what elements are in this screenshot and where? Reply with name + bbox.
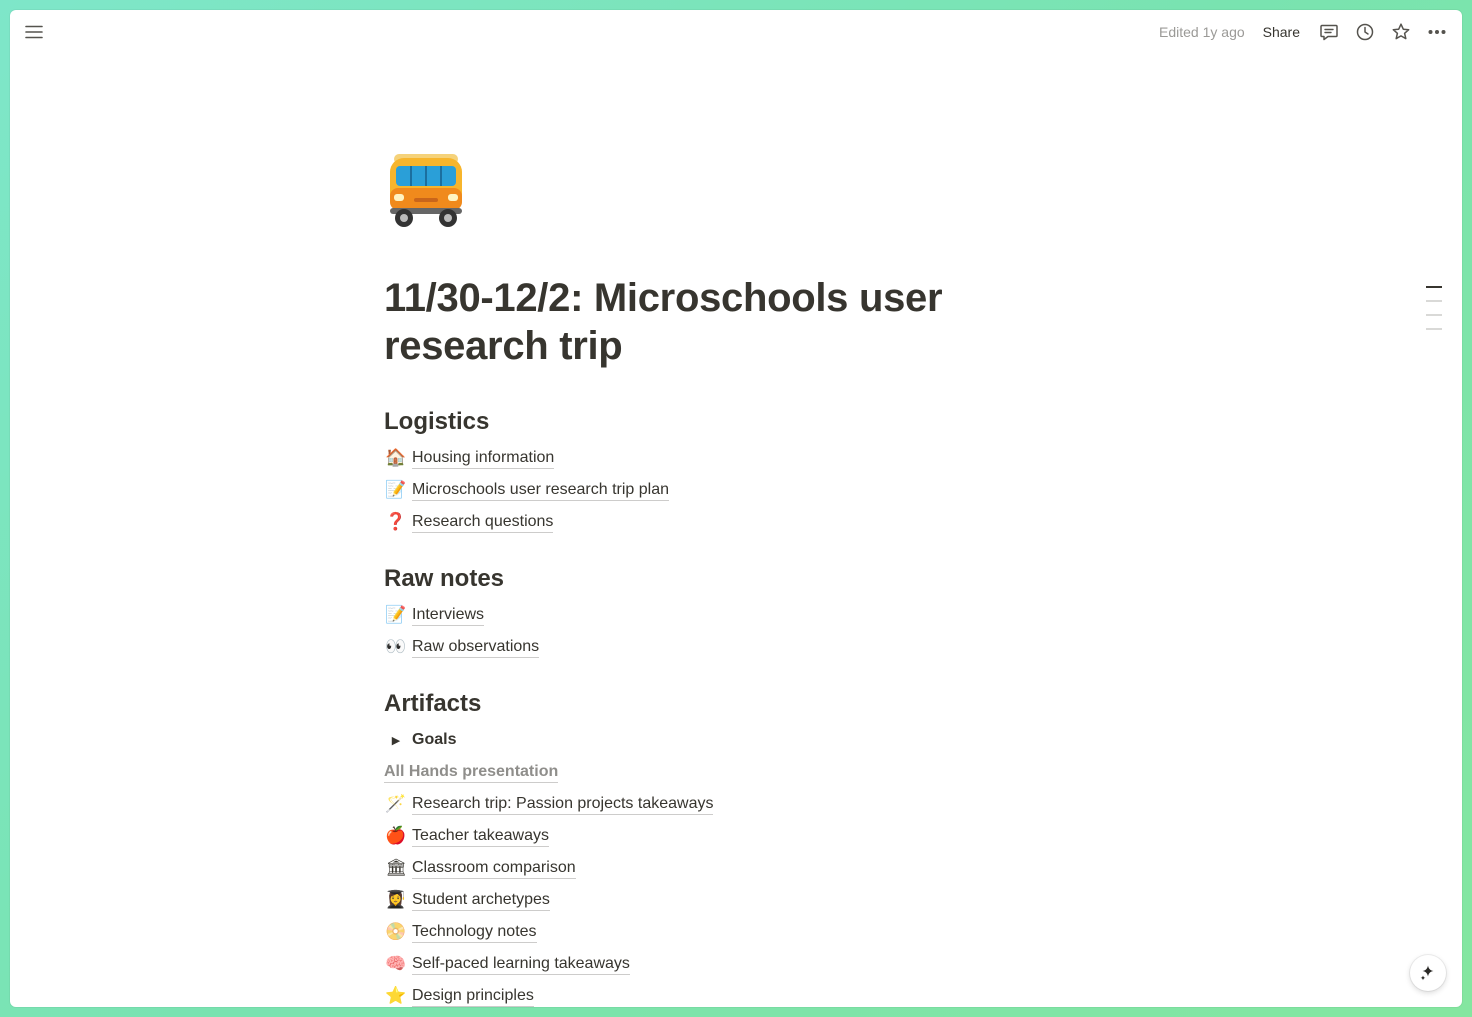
share-button[interactable]: Share	[1259, 22, 1304, 42]
page-link-teacher-takeaways[interactable]: 🍎 Teacher takeaways	[384, 822, 549, 850]
memo-icon: 📝	[385, 605, 407, 625]
magic-wand-icon: 🪄	[385, 794, 407, 814]
toggle-label: Goals	[412, 731, 457, 748]
house-icon: 🏠	[385, 448, 407, 468]
top-bar-actions: Edited 1y ago Share	[1159, 10, 1448, 54]
history-icon[interactable]	[1354, 21, 1376, 43]
page-link-label: Research questions	[412, 512, 554, 533]
page-link-label: Classroom comparison	[412, 858, 576, 879]
question-mark-icon: ❓	[385, 512, 407, 532]
section-heading-artifacts[interactable]: Artifacts	[384, 690, 481, 718]
page-link-technology-notes[interactable]: 📀 Technology notes	[384, 918, 537, 946]
page-link-housing-information[interactable]: 🏠 Housing information	[384, 444, 555, 472]
page-link-research-questions[interactable]: ❓ Research questions	[384, 508, 554, 536]
section-heading-raw-notes[interactable]: Raw notes	[384, 565, 504, 593]
toc-line[interactable]	[1426, 314, 1442, 316]
page-link-interviews[interactable]: 📝 Interviews	[384, 601, 485, 629]
apple-icon: 🍎	[385, 826, 407, 846]
page-window: Edited 1y ago Share 11/30-12/2: Microsch…	[10, 10, 1462, 1007]
page-link-label: Microschools user research trip plan	[412, 480, 669, 501]
toc-line[interactable]	[1426, 328, 1442, 330]
comment-icon[interactable]	[1318, 21, 1340, 43]
brain-icon: 🧠	[385, 954, 407, 974]
page-link-label: Student archetypes	[412, 890, 550, 911]
page-link-label: Teacher takeaways	[412, 826, 549, 847]
all-hands-presentation-link[interactable]: All Hands presentation	[384, 762, 559, 783]
page-link-label: Interviews	[412, 605, 485, 626]
more-icon[interactable]	[1426, 21, 1448, 43]
page-link-label: Self-paced learning takeaways	[412, 954, 630, 975]
page-link-passion-projects[interactable]: 🪄 Research trip: Passion projects takeaw…	[384, 790, 714, 818]
triangle-right-icon[interactable]: ▶	[384, 734, 408, 747]
toggle-goals[interactable]: ▶ Goals	[384, 726, 457, 754]
page-link-label: Technology notes	[412, 922, 537, 943]
table-of-contents-minimap[interactable]	[1426, 286, 1442, 342]
page-link-classroom-comparison[interactable]: 🏛 Classroom comparison	[384, 854, 576, 882]
toc-line[interactable]	[1426, 300, 1442, 302]
sparkle-icon	[1420, 965, 1434, 981]
star-emoji-icon: ⭐	[385, 986, 407, 1006]
star-icon[interactable]	[1390, 21, 1412, 43]
menu-icon[interactable]	[22, 21, 46, 43]
page-link-student-archetypes[interactable]: 👩‍🎓 Student archetypes	[384, 886, 550, 914]
page-link-label: Raw observations	[412, 637, 540, 658]
eyes-icon: 👀	[385, 637, 407, 657]
page-link-self-paced-learning[interactable]: 🧠 Self-paced learning takeaways	[384, 950, 630, 978]
top-bar: Edited 1y ago Share	[10, 10, 1462, 54]
ai-assistant-button[interactable]	[1410, 955, 1446, 991]
page-title[interactable]: 11/30-12/2: Microschools user research t…	[384, 274, 1024, 370]
section-heading-logistics[interactable]: Logistics	[384, 408, 489, 436]
page-link-label: Design principles	[412, 986, 534, 1007]
bus-icon[interactable]	[384, 148, 468, 232]
page-link-design-principles[interactable]: ⭐ Design principles	[384, 982, 534, 1007]
page-link-trip-plan[interactable]: 📝 Microschools user research trip plan	[384, 476, 669, 504]
edited-timestamp: Edited 1y ago	[1159, 24, 1245, 40]
dvd-icon: 📀	[385, 922, 407, 942]
memo-icon: 📝	[385, 480, 407, 500]
classical-building-icon: 🏛	[385, 858, 407, 878]
student-icon: 👩‍🎓	[385, 890, 407, 910]
page-link-label: Research trip: Passion projects takeaway…	[412, 794, 714, 815]
page-link-label: Housing information	[412, 448, 555, 469]
page-link-raw-observations[interactable]: 👀 Raw observations	[384, 633, 540, 661]
toc-line[interactable]	[1426, 286, 1442, 288]
